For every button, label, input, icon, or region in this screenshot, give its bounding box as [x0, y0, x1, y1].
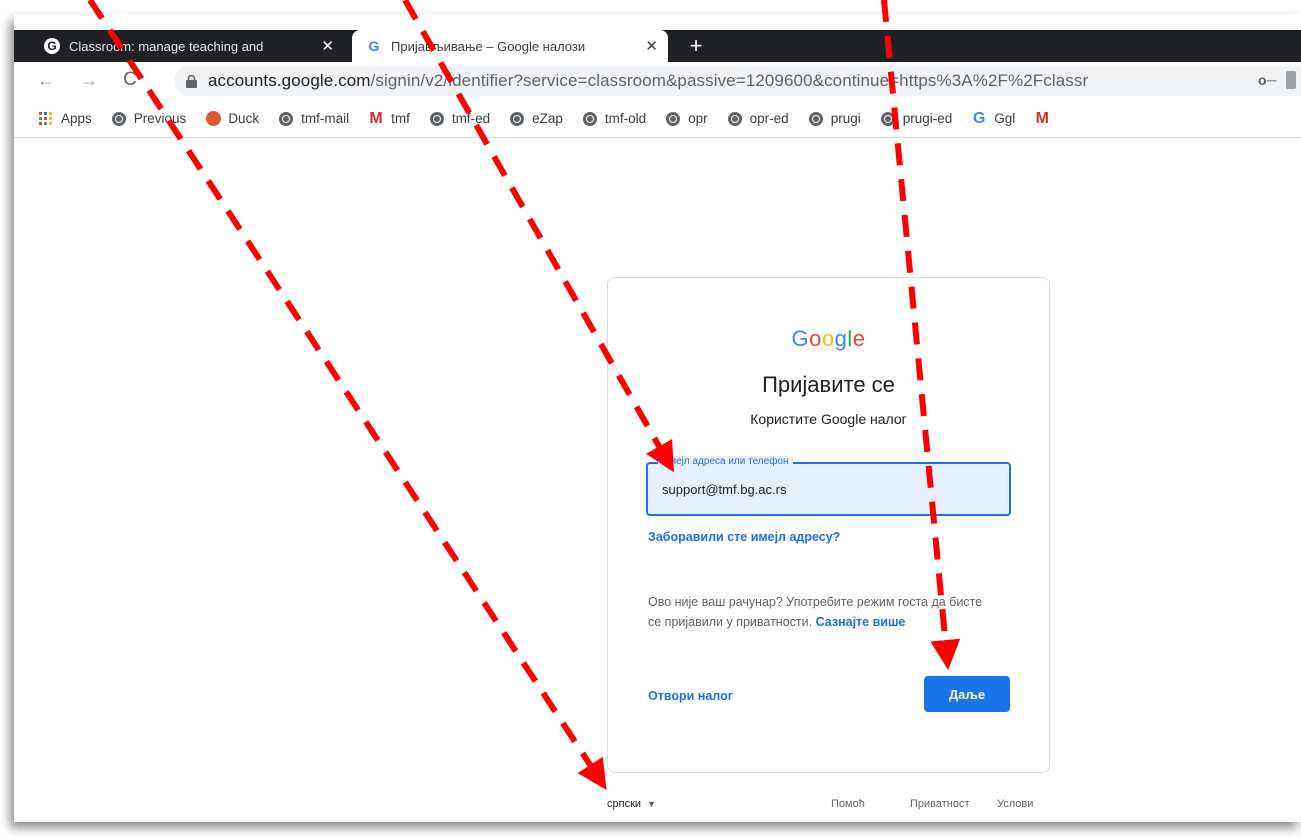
arrow-to-email-field — [402, 0, 674, 473]
arrow-to-language-selector — [87, 0, 607, 791]
annotation-arrows — [87, 0, 961, 791]
arrow-to-next-button — [881, 0, 961, 670]
